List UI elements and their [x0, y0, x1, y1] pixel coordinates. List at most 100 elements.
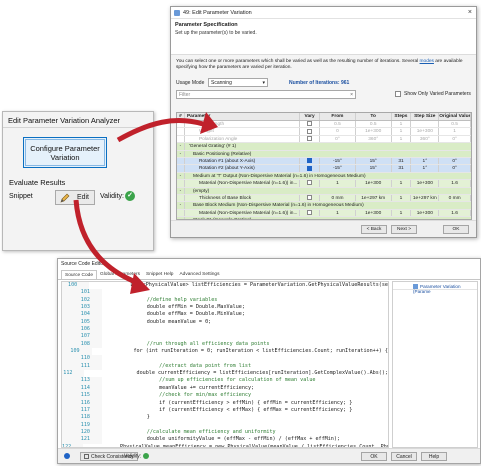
grid-param-row[interactable]: Thickness of Base Block 0 mm 1e+297 km 1 1e+… [177, 194, 471, 203]
vary-checkbox[interactable] [307, 180, 313, 186]
grid-group-row[interactable]: - Base Block Medium (Non-Dispersive Mater… [177, 202, 471, 210]
code-comment: //sum up efficiencies for calculation of… [110, 377, 316, 384]
code-line[interactable]: 102 //define help variables [62, 296, 388, 305]
tab-snippet-help[interactable]: Snippet Help [143, 270, 176, 279]
col-header-index[interactable]: # [177, 113, 185, 120]
vary-cell[interactable] [300, 165, 321, 172]
app-icon [174, 10, 180, 16]
fold-margin [102, 311, 110, 318]
grid-param-row[interactable]: Rotation #1 (about X-Axis) -15° 15° 31 1° 0° [177, 157, 471, 166]
vary-cell[interactable] [300, 157, 321, 165]
grid-group-row[interactable]: - 'General Grating' (# 1) [177, 143, 471, 151]
code-line[interactable]: 117 if (currentEfficiency < effMax) { ef… [62, 406, 388, 415]
expand-icon[interactable]: - [177, 187, 185, 194]
show-only-varied-checkbox[interactable] [395, 91, 401, 97]
code-line[interactable]: 115 //check for min/max efficiency [62, 392, 388, 400]
code-line[interactable]: 106 [62, 326, 388, 334]
expand-icon[interactable]: - [177, 172, 185, 180]
vary-checkbox[interactable] [307, 165, 313, 171]
vary-checkbox[interactable] [307, 158, 313, 164]
code-line[interactable]: 108 //run through all efficiency data po… [62, 340, 388, 349]
help-icon[interactable] [64, 453, 70, 459]
grid-param-row[interactable]: Weight 0 1e+300 1 1e+300 1 [177, 128, 471, 136]
editor-help-button[interactable]: Help [421, 452, 447, 461]
vary-cell[interactable] [300, 180, 321, 187]
code-line[interactable]: 101 [62, 289, 388, 297]
col-header-vary[interactable]: Vary [300, 113, 321, 120]
code-line[interactable]: 104 double effMax = Double.MinValue; [62, 311, 388, 319]
code-line[interactable]: 109 for (int runIteration = 0; runIterat… [62, 348, 388, 356]
vary-cell[interactable] [300, 121, 321, 128]
row-index[interactable] [177, 180, 185, 187]
grid-param-row[interactable]: Wavelength 0.5 0.5 1 0.5 [177, 121, 471, 129]
usage-mode-select[interactable]: Scanning ▾ [208, 78, 268, 87]
col-header-from[interactable]: From [320, 113, 356, 120]
from-cell: 0 [320, 128, 356, 135]
close-icon[interactable]: × [468, 7, 472, 19]
next-button[interactable]: Next > [391, 225, 417, 234]
vary-checkbox[interactable] [307, 195, 313, 201]
ok-button[interactable]: OK [443, 225, 469, 234]
configure-parameter-variation-button[interactable]: Configure Parameter Variation [23, 137, 107, 168]
col-header-steps[interactable]: Steps [392, 113, 412, 120]
tab-source-code[interactable]: Source Code [61, 270, 97, 279]
grid-group-row[interactable]: - Medium at 'T' Output (Non-Dispersive Ma… [177, 172, 471, 181]
modes-link[interactable]: modes [420, 59, 434, 64]
side-panel-title[interactable]: Parameter Variation (Parame [393, 282, 477, 294]
grid-group-row[interactable]: - (empty) [177, 187, 471, 195]
grid-param-row[interactable]: Material (Non-Dispersive Material (n=1.6… [177, 180, 471, 188]
code-line[interactable]: 120 //calculate mean efficiency and unif… [62, 428, 388, 437]
col-header-parameter[interactable]: Parameter [185, 113, 301, 120]
row-index[interactable] [177, 157, 185, 165]
row-index[interactable] [177, 165, 185, 172]
vary-checkbox[interactable] [307, 136, 313, 142]
code-line[interactable]: 114 meanValue += currentEfficiency; [62, 384, 388, 393]
grid-param-row[interactable]: Material (Non-Dispersive Material (n=1.6… [177, 209, 471, 218]
vary-checkbox[interactable] [307, 209, 313, 215]
tab-advanced-settings[interactable]: Advanced Settings [176, 270, 222, 279]
col-header-original-value[interactable]: Original Value [439, 113, 471, 120]
tab-global-parameters[interactable]: Global Parameters [97, 270, 143, 279]
code-line[interactable]: 118 } [62, 414, 388, 422]
code-line[interactable]: 112 double currentEfficiency = listEffic… [62, 370, 388, 378]
col-header-to[interactable]: To [356, 113, 392, 120]
code-line[interactable]: 116 if (currentEfficiency > effMin) { ef… [62, 399, 388, 407]
vary-cell[interactable] [300, 128, 321, 135]
code-line[interactable]: 100 List<PhysicalValue> listEfficiencies… [62, 282, 388, 290]
vary-cell[interactable] [300, 209, 321, 217]
code-line[interactable]: 119 [62, 421, 388, 429]
code-line[interactable]: 111 //extract data point from list [62, 362, 388, 371]
editor-ok-button[interactable]: OK [361, 452, 387, 461]
grid-group-row[interactable]: - Basic Positioning (Relative) [177, 150, 471, 158]
grid-param-row[interactable]: Polarization Angle 0° 360° 1 360° 0° [177, 135, 471, 144]
filter-input[interactable]: Filter × [176, 90, 356, 99]
vary-cell[interactable] [300, 135, 321, 143]
grid-param-row[interactable]: Rotation #2 (about Y-Axis) -15° 15° 31 1° 0° [177, 165, 471, 173]
vary-checkbox[interactable] [307, 121, 313, 127]
vary-checkbox[interactable] [307, 128, 313, 134]
row-index[interactable] [177, 121, 185, 128]
code-line[interactable]: 105 double meanValue = 0; [62, 318, 388, 327]
row-index[interactable] [177, 128, 185, 135]
usage-mode-label: Usage Mode [176, 80, 205, 86]
col-header-step-size[interactable]: Step Size [411, 113, 440, 120]
expand-icon[interactable]: - [177, 143, 185, 150]
code-line[interactable]: 103 double effMin = Double.MaxValue; [62, 304, 388, 312]
row-index[interactable] [177, 194, 185, 202]
editor-cancel-button[interactable]: Cancel [391, 452, 417, 461]
clear-filter-icon[interactable]: × [350, 91, 353, 99]
expand-icon[interactable]: - [177, 202, 185, 209]
back-button[interactable]: < Back [361, 225, 387, 234]
row-index[interactable] [177, 209, 185, 217]
step-size-cell: 1e+300 [411, 128, 440, 135]
edit-snippet-button[interactable]: Edit [55, 190, 95, 205]
code-line[interactable]: 121 double uniformityValue = (effMax - e… [62, 436, 388, 444]
expand-icon[interactable]: - [177, 150, 185, 157]
code-line[interactable]: 107 [62, 333, 388, 341]
row-index[interactable] [177, 135, 185, 143]
code-area[interactable]: 100 List<PhysicalValue> listEfficiencies… [61, 281, 389, 448]
vary-cell[interactable] [300, 194, 321, 202]
param-name: Material (Non-Dispersive Material (n=1.6… [185, 180, 301, 187]
code-line[interactable]: 110 [62, 355, 388, 363]
code-line[interactable]: 113 //sum up efficiencies for calculatio… [62, 377, 388, 385]
